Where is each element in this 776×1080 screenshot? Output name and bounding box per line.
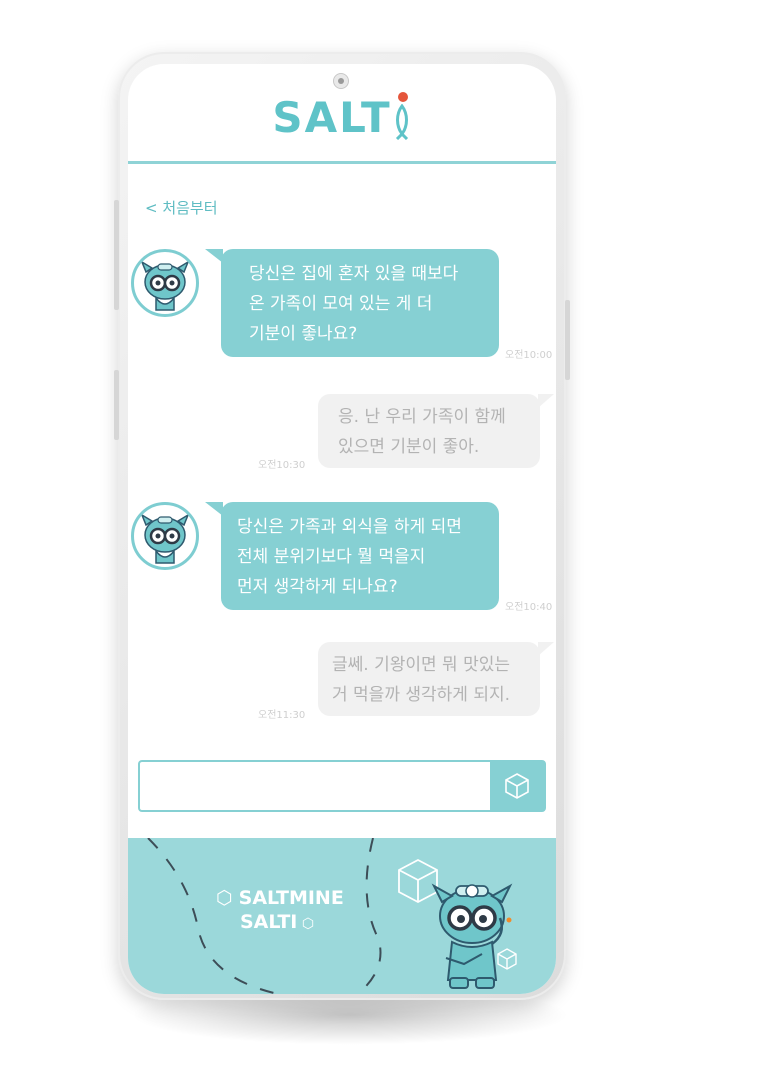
brand-line-2: SALTI [240, 911, 298, 933]
message-composer [138, 760, 546, 812]
footer-banner: ⬡ SALTMINE SALTI ⬡ [128, 838, 556, 994]
brand-line-1: SALTMINE [238, 887, 344, 909]
logo-fish-i-icon [392, 92, 412, 140]
message-line: 기분이 좋나요? [249, 324, 358, 344]
app-logo: SALT [128, 92, 556, 142]
message-line: 당신은 집에 혼자 있을 때보다 [249, 264, 459, 284]
message-line: 전체 분위기보다 뭘 먹을지 [237, 547, 426, 567]
phone-side-button [114, 200, 119, 310]
cube-icon: ⬡ [297, 916, 315, 932]
user-message-bubble: 글쎄. 기왕이면 뭐 맛있는 거 먹을까 생각하게 되지. [318, 642, 554, 716]
bot-message-bubble: 당신은 집에 혼자 있을 때보다 온 가족이 모여 있는 게 더 기분이 좋나요… [205, 249, 499, 357]
user-message-bubble: 응. 난 우리 가족이 함께 있으면 기분이 좋아. [318, 394, 554, 468]
message-timestamp: 오전10:40 [505, 602, 553, 613]
message-line: 응. 난 우리 가족이 함께 [338, 407, 506, 427]
phone-power-button [565, 300, 570, 380]
phone-screen: SALT < 처음부터 당신은 집에 혼자 있을 때보다 온 가족이 모여 있는… [128, 64, 556, 994]
message-line: 당신은 가족과 외식을 하게 되면 [237, 517, 462, 537]
salt-cube-icon [505, 773, 529, 799]
mascot-illustration [431, 883, 513, 989]
message-timestamp: 오전11:30 [258, 710, 306, 721]
send-button[interactable] [490, 762, 544, 810]
header-divider [128, 161, 556, 164]
message-line: 온 가족이 모여 있는 게 더 [249, 294, 433, 314]
message-line: 글쎄. 기왕이면 뭐 맛있는 [332, 655, 511, 675]
phone-side-button [114, 370, 119, 440]
message-line: 먼저 생각하게 되나요? [237, 577, 398, 597]
bot-avatar [131, 249, 199, 317]
back-to-start-link[interactable]: < 처음부터 [145, 197, 218, 218]
message-timestamp: 오전10:00 [505, 350, 553, 361]
cube-icon: ⬡ [216, 887, 239, 909]
message-timestamp: 오전10:30 [258, 460, 306, 471]
logo-text: SALT [272, 93, 392, 142]
bot-message-bubble: 당신은 가족과 외식을 하게 되면 전체 분위기보다 뭘 먹을지 먼저 생각하게… [205, 502, 499, 610]
message-line: 있으면 기분이 좋아. [338, 437, 480, 457]
front-camera [333, 73, 349, 89]
footer-brand: ⬡ SALTMINE SALTI ⬡ [216, 886, 344, 936]
message-input[interactable] [140, 762, 488, 810]
bot-avatar [131, 502, 199, 570]
message-line: 거 먹을까 생각하게 되지. [332, 685, 511, 705]
